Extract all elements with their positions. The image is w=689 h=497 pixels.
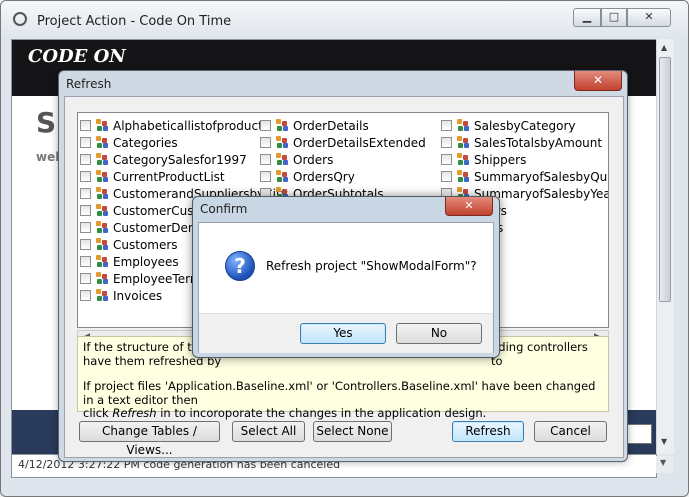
item-checkbox[interactable]: [80, 239, 91, 250]
table-icon: [96, 153, 110, 166]
item-checkbox[interactable]: [80, 290, 91, 301]
refresh-button[interactable]: Refresh: [452, 421, 524, 442]
info-text: in to incoroporate the changes in the ap…: [156, 406, 487, 420]
maximize-button[interactable]: □: [601, 8, 627, 27]
table-icon: [457, 170, 471, 183]
table-icon: [96, 119, 110, 132]
table-icon: [96, 221, 110, 234]
table-icon: [96, 170, 110, 183]
table-icon: [96, 204, 110, 217]
vertical-scrollbar[interactable]: ▲ ▼: [656, 39, 674, 454]
table-icon: [276, 136, 290, 149]
item-label: Shippers: [474, 153, 527, 167]
code-on-time-logo: CODE ON: [28, 46, 126, 67]
no-button[interactable]: No: [396, 323, 482, 344]
item-checkbox[interactable]: [441, 137, 452, 148]
item-label: OrderDetailsExtended: [293, 136, 426, 150]
item-label: Alphabeticallistofproducts: [113, 119, 270, 133]
item-checkbox[interactable]: [441, 171, 452, 182]
item-checkbox[interactable]: [80, 273, 91, 284]
confirm-footer: Yes No: [199, 313, 493, 353]
table-icon: [96, 136, 110, 149]
table-icon: [276, 170, 290, 183]
scroll-up-arrow-icon[interactable]: ▲: [661, 43, 667, 52]
item-checkbox[interactable]: [80, 188, 91, 199]
stopwatch-icon: [13, 12, 27, 26]
item-label: Orders: [293, 153, 334, 167]
item-label: OrderDetails: [293, 119, 369, 133]
confirm-dialog-title: Confirm: [200, 202, 248, 216]
select-all-button[interactable]: Select All: [232, 421, 305, 442]
item-checkbox[interactable]: [260, 120, 271, 131]
table-icon: [276, 119, 290, 132]
item-checkbox[interactable]: [80, 120, 91, 131]
minimize-button[interactable]: ▁: [573, 8, 601, 27]
info-refresh-word: Refresh: [112, 406, 157, 420]
confirm-message: Refresh project "ShowModalForm"?: [266, 259, 477, 273]
item-checkbox[interactable]: [80, 222, 91, 233]
item-checkbox[interactable]: [80, 137, 91, 148]
scroll-thumb[interactable]: [659, 57, 671, 302]
item-label: Categories: [113, 136, 178, 150]
table-icon: [276, 153, 290, 166]
window-title: Project Action - Code On Time: [37, 14, 232, 29]
select-none-button[interactable]: Select None: [313, 421, 392, 442]
page-subheading: wel: [36, 150, 60, 164]
refresh-close-button[interactable]: ✕: [574, 71, 622, 91]
table-icon: [96, 238, 110, 251]
item-label: OrdersQry: [293, 170, 355, 184]
item-label: Employees: [113, 255, 179, 269]
cancel-button[interactable]: Cancel: [534, 421, 607, 442]
confirm-close-button[interactable]: ✕: [445, 197, 493, 216]
confirm-dialog: Confirm ✕ ? Refresh project "ShowModalFo…: [192, 196, 500, 358]
scroll-down-arrow-icon[interactable]: ▼: [661, 437, 667, 446]
item-label: SalesbyCategory: [474, 119, 576, 133]
item-label: Customers: [113, 238, 178, 252]
info-paragraph-2: If project files 'Application.Baseline.x…: [83, 379, 603, 421]
item-checkbox[interactable]: [260, 171, 271, 182]
item-label: CategorySalesfor1997: [113, 153, 247, 167]
item-checkbox[interactable]: [260, 137, 271, 148]
item-checkbox[interactable]: [260, 154, 271, 165]
table-icon: [457, 119, 471, 132]
info-text: nding controllers to: [491, 340, 588, 368]
item-checkbox[interactable]: [80, 256, 91, 267]
table-icon: [457, 136, 471, 149]
yes-button[interactable]: Yes: [300, 323, 386, 344]
status-scroll-button[interactable]: ▼: [656, 456, 673, 473]
info-text: click: [83, 406, 113, 420]
table-icon: [96, 289, 110, 302]
item-checkbox[interactable]: [80, 205, 91, 216]
item-label: CurrentProductList: [113, 170, 225, 184]
item-checkbox[interactable]: [441, 120, 452, 131]
close-button[interactable]: ✕: [627, 8, 671, 27]
refresh-dialog-title: Refresh: [66, 77, 112, 91]
title-bar: Project Action - Code On Time ▁ □ ✕: [1, 1, 688, 39]
table-icon: [96, 187, 110, 200]
item-label: SalesTotalsbyAmount: [474, 136, 603, 150]
scroll-down-arrow-icon[interactable]: ▼: [660, 458, 666, 467]
item-label: Invoices: [113, 289, 163, 303]
table-icon: [457, 153, 471, 166]
table-icon: [96, 272, 110, 285]
question-icon: ?: [225, 251, 255, 281]
item-label: SummaryofSalesbyQuarter: [474, 170, 608, 184]
change-tables-button[interactable]: Change Tables / Views...: [79, 421, 220, 457]
item-checkbox[interactable]: [80, 154, 91, 165]
info-text: If project files 'Application.Baseline.x…: [83, 379, 596, 407]
table-icon: [96, 255, 110, 268]
item-checkbox[interactable]: [441, 154, 452, 165]
item-checkbox[interactable]: [80, 171, 91, 182]
band-button[interactable]: [624, 424, 652, 444]
confirm-dialog-body: ? Refresh project "ShowModalForm"? Yes N…: [198, 222, 494, 353]
